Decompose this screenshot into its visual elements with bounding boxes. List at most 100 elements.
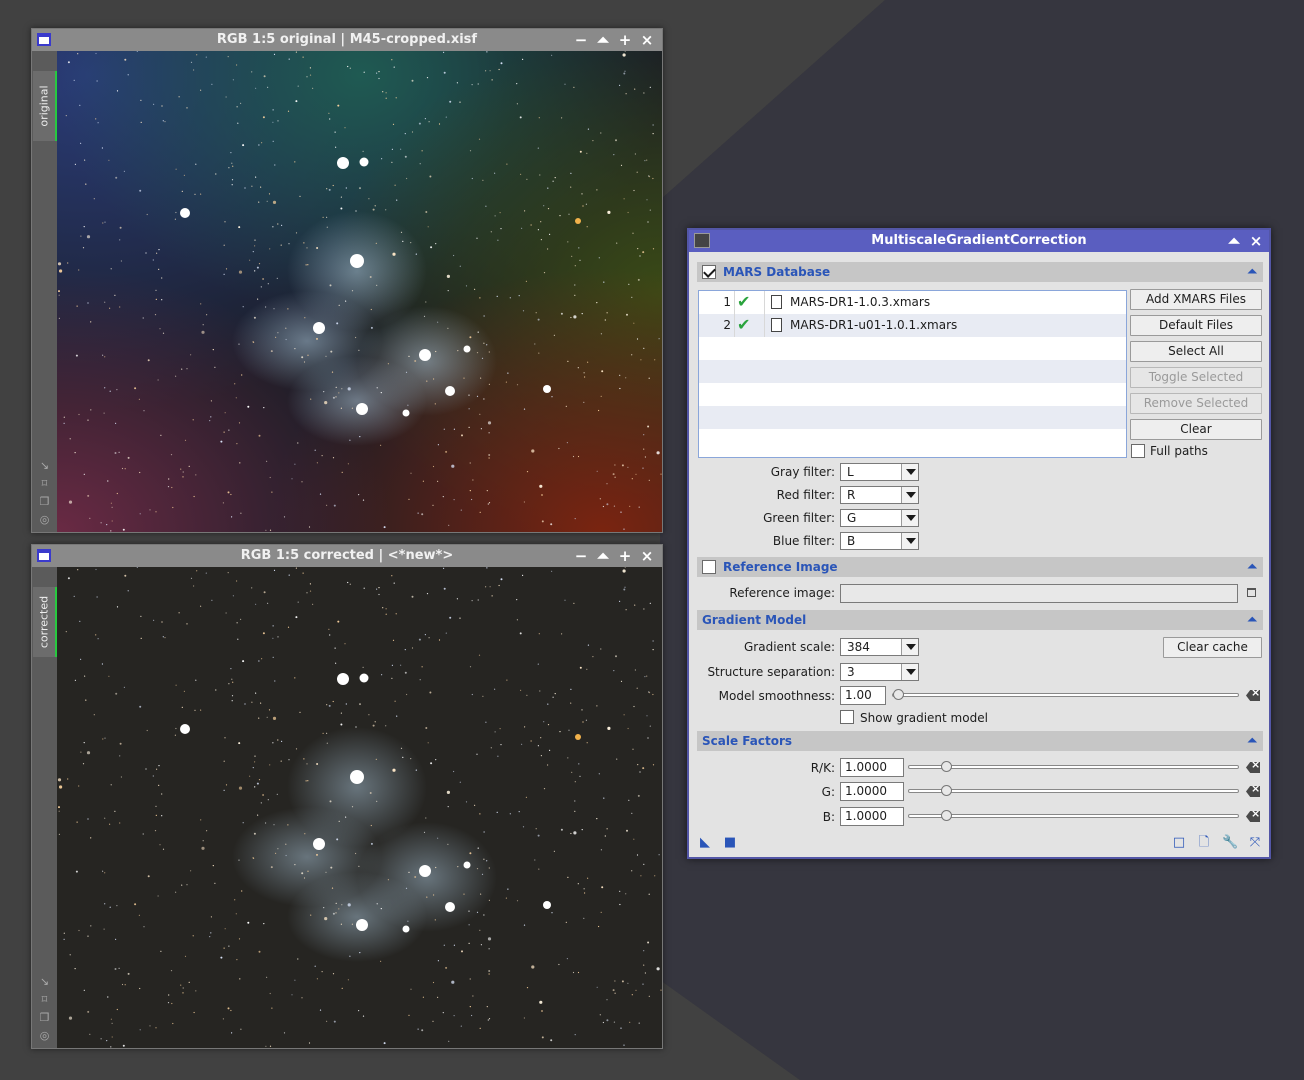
remove-selected-button[interactable]: Remove Selected [1130,393,1262,414]
shade-button[interactable]: ⏶ [594,547,612,565]
minimize-button[interactable]: − [572,547,590,565]
gradient-section-label: Gradient Model [702,613,807,627]
g-slider[interactable] [908,785,1239,796]
reset-instance-icon[interactable]: ⤧ [1248,836,1262,850]
chevron-down-icon[interactable] [901,639,918,655]
slider-handle[interactable] [941,810,952,821]
maximize-button[interactable]: + [616,31,634,49]
collapse-icon[interactable]: ⏶ [1247,264,1257,279]
scale-section-header[interactable]: Scale Factors ⏶ [697,731,1263,751]
corrected-window-titlebar[interactable]: RGB 1:5 corrected | <*new*> − ⏶ + × [32,545,662,567]
new-instance-icon[interactable]: ◣ [698,836,712,850]
g-input[interactable]: 1.0000 [840,782,904,801]
green-filter-select[interactable]: G [840,509,919,527]
file-name: MARS-DR1-u01-1.0.1.xmars [790,318,958,332]
reset-icon[interactable] [1246,690,1260,701]
clear-cache-button[interactable]: Clear cache [1163,637,1262,658]
full-paths-label: Full paths [1150,444,1208,458]
add-xmars-files-button[interactable]: Add XMARS Files [1130,289,1262,310]
collapse-icon[interactable]: ⏶ [1247,612,1257,627]
close-button[interactable]: × [1247,232,1265,250]
structure-separation-label: Structure separation: [707,665,835,679]
model-smoothness-input[interactable]: 1.00 [840,686,886,705]
reset-icon[interactable] [1246,811,1260,822]
apply-global-icon[interactable]: ■ [723,836,737,850]
close-button[interactable]: × [638,31,656,49]
mars-file-list[interactable]: 1 ✔ MARS-DR1-1.0.3.xmars 2 ✔ MARS-DR1-u0… [698,290,1127,458]
mars-section-header[interactable]: MARS Database ⏶ [697,262,1263,282]
slider-handle[interactable] [941,785,952,796]
target-icon[interactable]: ◎ [38,514,51,526]
original-window-title: RGB 1:5 original | M45-cropped.xisf [216,32,478,47]
clone-icon[interactable]: ❐ [38,496,51,508]
maximize-button[interactable]: + [616,547,634,565]
reference-enable-checkbox[interactable] [702,560,716,574]
reference-image-field[interactable] [840,584,1238,603]
corrected-image-canvas[interactable] [57,567,662,1048]
track-view-icon[interactable]: 🗋 [1197,836,1211,850]
gradient-section-header[interactable]: Gradient Model ⏶ [697,610,1263,630]
document-icon [771,295,782,309]
shade-button[interactable]: ⏶ [1225,232,1243,250]
original-window-titlebar[interactable]: RGB 1:5 original | M45-cropped.xisf − ⏶ … [32,29,662,51]
collapse-icon[interactable]: ⏶ [1247,559,1257,574]
list-item[interactable]: 2 ✔ MARS-DR1-u01-1.0.1.xmars [699,314,1126,337]
mgc-dialog[interactable]: MultiscaleGradientCorrection ⏶ × MARS Da… [687,228,1271,859]
original-image-canvas[interactable] [57,51,662,532]
tab-original-label: original [37,85,51,127]
chevron-down-icon[interactable] [901,464,918,480]
slider-handle[interactable] [941,761,952,772]
browse-documentation-icon[interactable]: □ [1172,836,1186,850]
b-slider[interactable] [908,810,1239,821]
show-gradient-model-checkbox[interactable] [840,710,854,724]
chevron-down-icon[interactable] [901,664,918,680]
view-tab-strip: original ↘ ⌑ ❐ ◎ [32,51,57,532]
original-image-window[interactable]: RGB 1:5 original | M45-cropped.xisf − ⏶ … [31,28,663,533]
tab-corrected[interactable]: corrected [33,587,57,657]
chevron-down-icon[interactable] [901,510,918,526]
model-smoothness-slider[interactable] [892,689,1239,700]
gradient-scale-select[interactable]: 384 [840,638,919,656]
collapse-icon[interactable]: ⏶ [1247,733,1257,748]
rk-slider[interactable] [908,761,1239,772]
preferences-icon[interactable]: 🔧 [1222,836,1238,850]
mgc-titlebar[interactable]: MultiscaleGradientCorrection ⏶ × [689,230,1269,252]
gray-filter-select[interactable]: L [840,463,919,481]
target-icon[interactable]: ◎ [38,1030,51,1042]
green-filter-label: Green filter: [763,511,835,525]
minimize-button[interactable]: − [572,31,590,49]
gray-filter-label: Gray filter: [770,465,835,479]
default-files-button[interactable]: Default Files [1130,315,1262,336]
crop-icon[interactable]: ⌑ [38,478,51,490]
list-item[interactable]: 1 ✔ MARS-DR1-1.0.3.xmars [699,291,1126,314]
reference-section-header[interactable]: Reference Image ⏶ [697,557,1263,577]
close-button[interactable]: × [638,547,656,565]
mars-enable-checkbox[interactable] [702,265,716,279]
original-image[interactable] [57,51,662,532]
shade-button[interactable]: ⏶ [594,31,612,49]
tab-corrected-label: corrected [37,595,51,649]
corrected-image-window[interactable]: RGB 1:5 corrected | <*new*> − ⏶ + × corr… [31,544,663,1049]
clear-button[interactable]: Clear [1130,419,1262,440]
slider-handle[interactable] [893,689,904,700]
full-paths-checkbox[interactable] [1131,444,1145,458]
red-filter-select[interactable]: R [840,486,919,504]
structure-separation-select[interactable]: 3 [840,663,919,681]
clone-icon[interactable]: ❐ [38,1012,51,1024]
reset-icon[interactable] [1246,786,1260,797]
chevron-down-icon[interactable] [901,533,918,549]
fit-view-icon[interactable]: ↘ [38,460,51,472]
fit-view-icon[interactable]: ↘ [38,976,51,988]
toggle-selected-button[interactable]: Toggle Selected [1130,367,1262,388]
select-all-button[interactable]: Select All [1130,341,1262,362]
blue-filter-select[interactable]: B [840,532,919,550]
reset-icon[interactable] [1246,762,1260,773]
green-filter-value: G [847,511,857,525]
chevron-down-icon[interactable] [901,487,918,503]
select-view-icon[interactable] [1247,588,1256,597]
b-input[interactable]: 1.0000 [840,807,904,826]
corrected-image[interactable] [57,567,662,1048]
crop-icon[interactable]: ⌑ [38,994,51,1006]
rk-input[interactable]: 1.0000 [840,758,904,777]
tab-original[interactable]: original [33,71,57,141]
